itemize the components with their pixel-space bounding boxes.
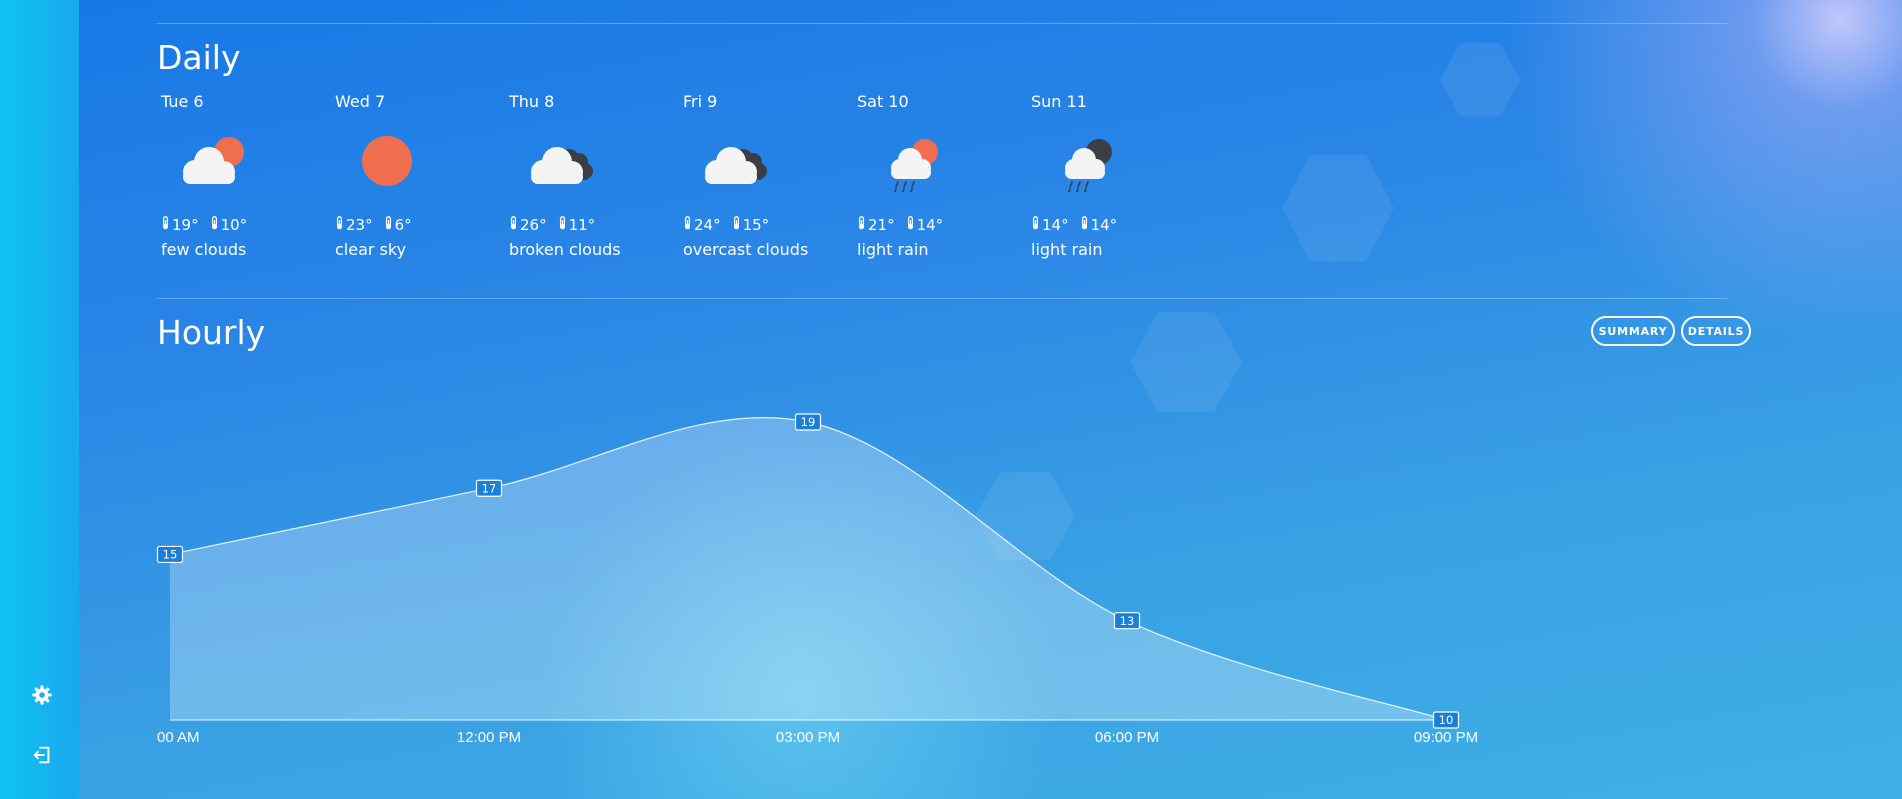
- chart-area-fill: [170, 417, 1446, 720]
- x-tick-label: 03:00 PM: [776, 729, 840, 746]
- x-tick-label: 09:00 PM: [1414, 729, 1478, 746]
- x-tick-label: 00 AM: [157, 729, 200, 746]
- x-tick-label: 12:00 PM: [457, 729, 521, 746]
- data-label: 19: [801, 415, 816, 429]
- x-tick-label: 06:00 PM: [1095, 729, 1159, 746]
- hourly-chart: 15 00 AM 17 12:00 PM 19 03:00 PM 13 06:00 PM 10 0…: [156, 413, 1478, 746]
- data-label: 10: [1439, 713, 1454, 727]
- data-label: 15: [163, 548, 178, 562]
- data-label: 13: [1120, 614, 1135, 628]
- data-label: 17: [482, 481, 497, 495]
